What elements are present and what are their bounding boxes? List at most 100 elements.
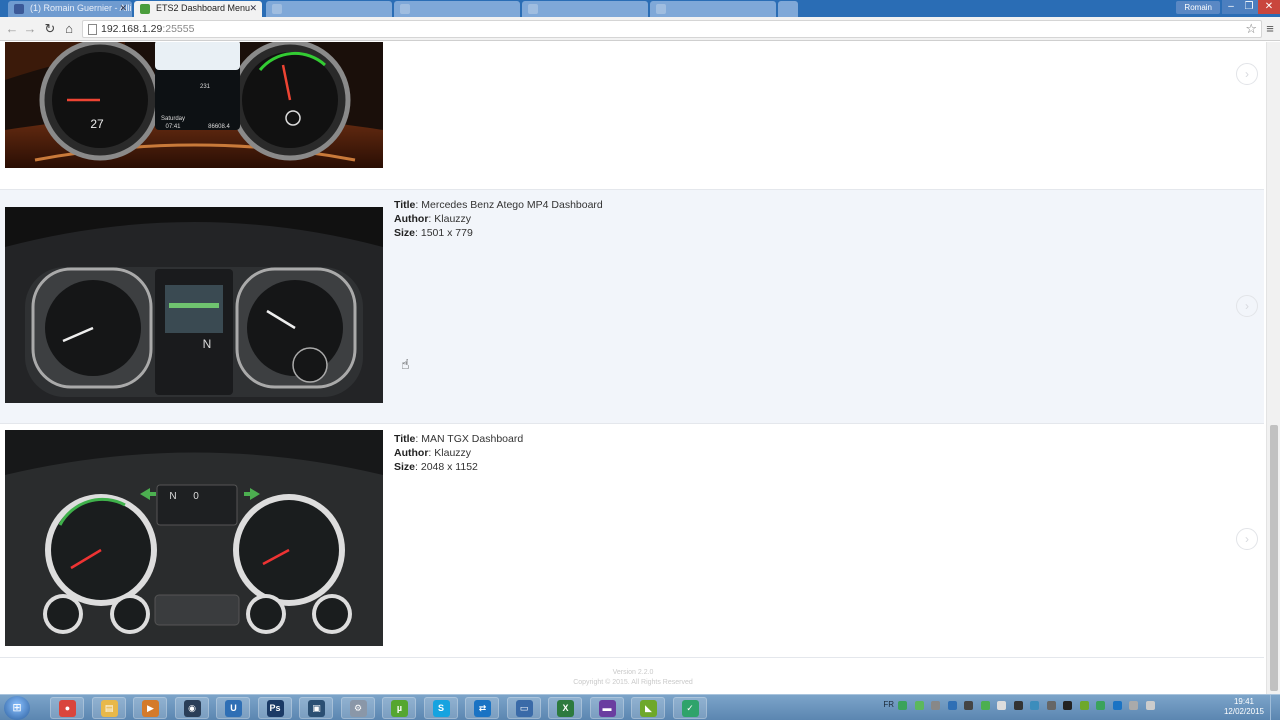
tray-icon[interactable] <box>1046 701 1056 710</box>
tray-icon[interactable] <box>898 701 907 710</box>
taskbar-photoshop-button[interactable]: Ps <box>257 697 292 719</box>
taskbar-teamviewer-button[interactable]: ⇄ <box>465 697 499 719</box>
address-bar[interactable]: 192.168.1.29:25555 ☆ <box>82 20 1262 38</box>
taskbar-excel-button[interactable]: X <box>548 697 582 719</box>
tab-close-icon[interactable]: ✕ <box>119 1 127 16</box>
dashboard-list-item[interactable]: N 0 Title: MAN TGX Dashboard Author: Kla… <box>0 424 1264 658</box>
back-arrow-icon[interactable]: ← <box>4 21 20 37</box>
taskbar-utorrent-button[interactable]: µ <box>382 697 416 719</box>
dashboard-author: Klauzzy <box>434 213 472 225</box>
dashboard-thumbnail[interactable]: 27 231 Saturday 07:41 86608.4 <box>5 42 383 168</box>
facebook-icon <box>14 4 24 14</box>
teamviewer-icon: ⇄ <box>474 700 491 717</box>
bookmark-star-icon[interactable]: ☆ <box>1245 21 1257 37</box>
uplay-icon: U <box>225 700 242 717</box>
forward-arrow-icon[interactable]: → <box>22 21 38 37</box>
tab-background[interactable] <box>266 1 392 17</box>
windows-taskbar: ⊞ ● ▤ ▶ ◉ U Ps ▣ ⚙ µ S ⇄ ▭ X ▬ ◣ ✓ FR 19:41 12/02/2015 <box>0 694 1280 720</box>
dashboard-info: Title: MAN TGX Dashboard Author: Klauzzy… <box>394 432 523 474</box>
taskbar-steam-button[interactable]: ◉ <box>174 697 209 719</box>
new-tab-button[interactable] <box>778 1 798 17</box>
windows-start-icon[interactable]: ⊞ <box>4 696 30 720</box>
tab-ets2-dashboard-menu[interactable]: ETS2 Dashboard Menu ✕ <box>134 1 262 17</box>
cluster-odometer: 86608.4 <box>208 124 230 130</box>
tray-icon[interactable] <box>1063 701 1072 710</box>
scrollbar-thumb[interactable] <box>1270 425 1278 691</box>
skype-icon: S <box>432 700 450 717</box>
dashboard-author-line: Author: Klauzzy <box>394 447 472 459</box>
dashboard-list-item[interactable]: N Title: Mercedes Benz Atego MP4 Dashboa… <box>0 190 1264 424</box>
open-dashboard-chevron-icon[interactable]: › <box>1236 295 1258 317</box>
taskbar-status-app-button[interactable]: ✓ <box>672 697 707 719</box>
page-icon <box>88 24 97 35</box>
man-tgx-dashboard-image: N 0 <box>5 430 383 646</box>
window-close-icon[interactable]: ✕ <box>1258 0 1280 14</box>
page-scrollbar[interactable] <box>1266 42 1280 694</box>
taskbar-ets2-truck-button[interactable]: ▭ <box>506 697 541 719</box>
tray-icon[interactable] <box>1129 701 1138 710</box>
explorer-icon: ▤ <box>100 700 118 717</box>
dashboard-thumbnail[interactable]: N <box>5 207 383 403</box>
screen-number: 231 <box>200 84 211 90</box>
tray-icon[interactable] <box>997 701 1006 710</box>
chrome-icon: ● <box>59 700 76 717</box>
tray-icon[interactable] <box>1112 701 1122 710</box>
dashboard-list-item[interactable]: 27 231 Saturday 07:41 86608.4 › <box>0 42 1264 190</box>
cluster-gear: N <box>169 491 176 502</box>
taskbar-uplay-button[interactable]: U <box>216 697 250 719</box>
game-app-icon: ▬ <box>598 700 616 717</box>
tray-icon[interactable] <box>914 701 924 710</box>
dashboard-title: MAN TGX Dashboard <box>421 433 524 445</box>
cluster-gear-value: 0 <box>193 491 199 502</box>
media-player-icon: ▶ <box>142 700 159 717</box>
minimize-icon[interactable]: – <box>1222 0 1240 14</box>
restore-icon[interactable]: ❐ <box>1240 0 1258 14</box>
steam-icon: ◉ <box>183 700 201 717</box>
taskbar-explorer-button[interactable]: ▤ <box>91 697 126 719</box>
open-dashboard-chevron-icon[interactable]: › <box>1236 528 1258 550</box>
dashboard-title-line: Title: MAN TGX Dashboard <box>394 433 524 445</box>
show-desktop-button[interactable] <box>1270 695 1280 720</box>
tab-facebook[interactable]: (1) Romain Guernier - Alli ✕ <box>8 1 132 17</box>
tray-icon[interactable] <box>1145 701 1155 710</box>
taskbar-clock[interactable]: 19:41 12/02/2015 <box>1224 697 1264 717</box>
tray-icon[interactable] <box>1013 701 1023 710</box>
tray-icon[interactable] <box>980 701 990 710</box>
footer-copyright: Copyright © 2015. All Rights Reserved <box>573 679 693 686</box>
tray-icon[interactable] <box>931 701 940 710</box>
cluster-day: Saturday <box>161 116 185 122</box>
user-profile-badge[interactable]: Romain <box>1176 1 1220 14</box>
tab-close-icon[interactable]: ✕ <box>249 1 257 16</box>
open-dashboard-chevron-icon[interactable]: › <box>1236 63 1258 85</box>
hand-cursor-icon: ☝ <box>401 356 410 372</box>
ets2-truck-icon: ▭ <box>515 700 533 717</box>
cluster-time: 07:41 <box>165 124 181 130</box>
tray-icon[interactable] <box>947 701 957 710</box>
utorrent-icon: µ <box>391 700 408 717</box>
taskbar-chrome-button[interactable]: ● <box>50 697 84 719</box>
home-icon[interactable]: ⌂ <box>61 21 77 37</box>
browser-menu-icon[interactable]: ≡ <box>1263 21 1277 36</box>
url-text[interactable]: 192.168.1.29:25555 <box>101 23 194 35</box>
taskbar-media-player-button[interactable]: ▶ <box>133 697 167 719</box>
tray-icon[interactable] <box>1079 701 1089 710</box>
tray-icon[interactable] <box>1030 701 1039 710</box>
page-icon <box>528 4 538 14</box>
tab-background[interactable] <box>522 1 648 17</box>
tab-background[interactable] <box>394 1 520 17</box>
url-host: 192.168.1.29 <box>101 23 163 35</box>
taskbar-game-app-button[interactable]: ▬ <box>589 697 624 719</box>
monitor-app-icon: ▣ <box>308 700 325 717</box>
clock-time: 19:41 <box>1233 697 1254 706</box>
taskbar-usb-tool-button[interactable]: ⚙ <box>340 697 375 719</box>
taskbar-nvidia-button[interactable]: ◣ <box>631 697 665 719</box>
excel-icon: X <box>557 700 574 717</box>
tray-icon[interactable] <box>1096 701 1105 710</box>
tray-icon[interactable] <box>964 701 973 710</box>
tab-background[interactable] <box>650 1 776 17</box>
dashboard-thumbnail[interactable]: N 0 <box>5 430 383 646</box>
taskbar-skype-button[interactable]: S <box>423 697 458 719</box>
language-indicator[interactable]: FR <box>883 700 894 709</box>
taskbar-monitor-app-button[interactable]: ▣ <box>299 697 333 719</box>
reload-icon[interactable]: ↻ <box>42 21 58 37</box>
